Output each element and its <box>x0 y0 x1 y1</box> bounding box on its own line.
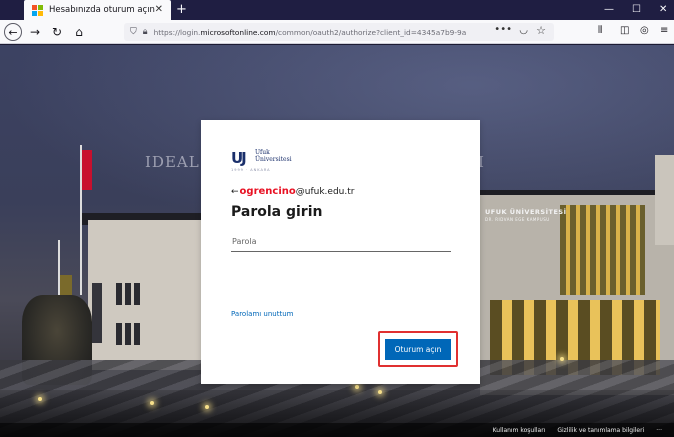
forward-icon[interactable]: → <box>26 23 44 41</box>
university-logo: UJ <box>231 149 247 167</box>
sidebar-icon[interactable]: ◫ <box>620 25 629 36</box>
url-text[interactable]: https://login.microsoftonline.com/common… <box>154 28 484 37</box>
maximize-icon[interactable]: ☐ <box>632 2 641 18</box>
forgot-password-link[interactable]: Parolamı unuttum <box>231 310 293 318</box>
email-domain: @ufuk.edu.tr <box>295 186 355 197</box>
page-actions-icon[interactable]: ••• <box>494 24 512 35</box>
background-building-left <box>88 220 208 370</box>
university-subtitle: 1999 · ANKARA <box>231 168 271 172</box>
page-title: Parola girin <box>231 204 323 220</box>
background-lettering-left: IDEAL <box>145 153 200 171</box>
campus-sign: UFUK ÜNİVERSİTESİ DR. RIDVAN EGE KAMPUSU <box>485 208 567 222</box>
lock-icon[interactable]: 🔒︎ <box>143 27 148 37</box>
lamp-light <box>560 357 564 361</box>
highlight-box: Oturum açın <box>378 331 458 367</box>
back-arrow-icon[interactable]: ← <box>231 187 239 197</box>
flag-icon <box>82 150 92 190</box>
lamp-light <box>150 401 154 405</box>
sign-in-page: UFUK ÜNİVERSİTESİ DR. RIDVAN EGE KAMPUSU… <box>0 45 674 437</box>
background-glass-facade <box>560 205 645 295</box>
home-icon[interactable]: ⌂ <box>70 23 88 41</box>
background-tower <box>655 155 674 245</box>
lamp-light <box>205 405 209 409</box>
window-close-icon[interactable]: ✕ <box>659 2 667 18</box>
tab-strip: Hesabınızda oturum açın ✕ + — ☐ ✕ <box>0 0 674 20</box>
navigation-toolbar: ← → ↻ ⌂ ⛉ 🔒︎ https://login.microsoftonli… <box>0 20 674 44</box>
sign-in-button[interactable]: Oturum açın <box>385 339 451 360</box>
background-window <box>116 323 142 345</box>
tab-active[interactable]: Hesabınızda oturum açın ✕ <box>24 0 171 20</box>
shield-icon[interactable]: ⛉ <box>130 27 137 37</box>
bookmark-star-icon[interactable]: ☆ <box>536 24 546 37</box>
tab-title: Hesabınızda oturum açın <box>49 5 155 15</box>
address-bar[interactable]: ⛉ 🔒︎ https://login.microsoftonline.com/c… <box>124 23 554 41</box>
background-window <box>116 283 142 305</box>
privacy-link[interactable]: Gizlilik ve tanımlama bilgileri <box>557 427 644 434</box>
library-icon[interactable]: ⫴ <box>598 25 602 36</box>
microsoft-icon <box>32 4 43 16</box>
university-name: Ufuk Üniversitesi <box>255 149 292 163</box>
more-options-icon[interactable]: ··· <box>656 427 662 434</box>
page-footer: Kullanım koşulları Gizlilik ve tanımlama… <box>0 423 674 437</box>
close-tab-icon[interactable]: ✕ <box>155 3 163 17</box>
username-redacted: ogrencino <box>239 186 296 197</box>
extension-icon[interactable]: ◎ <box>640 25 649 36</box>
background-window <box>92 283 102 343</box>
sign-in-card: UJ Ufuk Üniversitesi 1999 · ANKARA ← ogr… <box>201 120 480 384</box>
lamp-light <box>355 385 359 389</box>
terms-link[interactable]: Kullanım koşulları <box>493 427 546 434</box>
reload-icon[interactable]: ↻ <box>48 23 66 41</box>
lamp-light <box>378 390 382 394</box>
back-icon[interactable]: ← <box>4 23 22 41</box>
pocket-icon[interactable]: ◡ <box>519 25 528 36</box>
minimize-icon[interactable]: — <box>604 2 614 18</box>
password-input[interactable] <box>231 232 451 252</box>
new-tab-button[interactable]: + <box>176 1 187 18</box>
menu-icon[interactable]: ≡ <box>660 25 668 36</box>
identity-banner[interactable]: ← ogrencino @ufuk.edu.tr <box>231 186 354 197</box>
lamp-light <box>38 397 42 401</box>
